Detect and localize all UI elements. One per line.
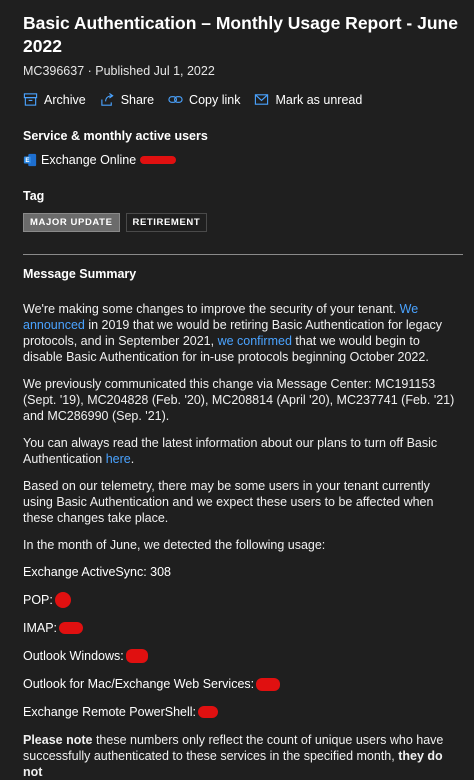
archive-label: Archive [44, 92, 86, 107]
share-button[interactable]: Share [100, 92, 154, 107]
service-item: E Exchange Online [23, 153, 462, 167]
mark-unread-label: Mark as unread [275, 92, 363, 107]
action-bar: Archive Share Copy link Mark as unread [23, 92, 462, 107]
p3-text-a: You can always read the latest informati… [23, 436, 438, 466]
section-divider [23, 254, 463, 255]
share-icon [101, 92, 114, 106]
tag-list: MAJOR UPDATE RETIREMENT [23, 213, 462, 232]
mark-unread-button[interactable]: Mark as unread [254, 92, 362, 107]
usage-outlook-mac-label: Outlook for Mac/Exchange Web Services: [23, 677, 255, 691]
usage-pop: POP: [23, 592, 462, 608]
share-label: Share [120, 92, 155, 107]
p1-text-a: We're making some changes to improve the… [23, 302, 400, 316]
copy-link-label: Copy link [189, 92, 241, 107]
exchange-icon: E [23, 153, 37, 167]
redaction-mark [54, 592, 71, 608]
usage-eas: Exchange ActiveSync: 308 [23, 564, 462, 580]
p3-text-b: . [130, 452, 135, 466]
tag-major-update: MAJOR UPDATE [23, 213, 120, 232]
tag-retirement: RETIREMENT [125, 213, 208, 232]
usage-imap: IMAP: [23, 620, 462, 636]
summary-paragraph-2: We previously communicated this change v… [23, 377, 455, 423]
usage-powershell-label: Exchange Remote PowerShell: [23, 705, 197, 719]
link-icon [168, 96, 183, 103]
tag-section-label: Tag [23, 189, 45, 203]
message-detail-panel: Basic Authentication – Monthly Usage Rep… [0, 0, 474, 780]
summary-paragraph-5: In the month of June, we detected the fo… [23, 538, 326, 552]
here-link[interactable]: here [106, 452, 131, 466]
redaction-mark [140, 156, 177, 164]
summary-paragraph-3: You can always read the latest informati… [23, 435, 462, 467]
usage-powershell: Exchange Remote PowerShell: [23, 704, 462, 720]
usage-eas-label: Exchange ActiveSync: 308 [23, 565, 172, 579]
svg-text:E: E [25, 157, 29, 164]
summary-paragraph-1: We're making some changes to improve the… [23, 301, 462, 365]
please-note-bold: Please note [23, 733, 93, 747]
archive-button[interactable]: Archive [23, 92, 86, 107]
redaction-mark [59, 622, 84, 634]
we-confirmed-link[interactable]: we confirmed [218, 334, 292, 348]
usage-imap-label: IMAP: [23, 621, 58, 635]
service-name: Exchange Online [41, 153, 137, 167]
usage-pop-label: POP: [23, 593, 53, 607]
copy-link-button[interactable]: Copy link [168, 92, 240, 107]
redaction-mark [256, 677, 281, 691]
summary-paragraph-4: Based on our telemetry, there may be som… [23, 479, 434, 525]
redaction-mark [125, 649, 148, 663]
usage-outlook-mac: Outlook for Mac/Exchange Web Services: [23, 676, 462, 692]
redaction-mark [198, 706, 219, 718]
service-section-label: Service & monthly active users [23, 129, 208, 143]
summary-heading: Message Summary [23, 267, 137, 281]
message-meta: MC396637 · Published Jul 1, 2022 [23, 64, 215, 78]
usage-outlook-windows: Outlook Windows: [23, 648, 462, 664]
mail-icon [255, 94, 269, 105]
archive-icon [23, 93, 38, 106]
please-note-paragraph: Please note these numbers only reflect t… [23, 732, 462, 780]
message-title: Basic Authentication – Monthly Usage Rep… [23, 13, 458, 56]
usage-outlook-windows-label: Outlook Windows: [23, 649, 124, 663]
